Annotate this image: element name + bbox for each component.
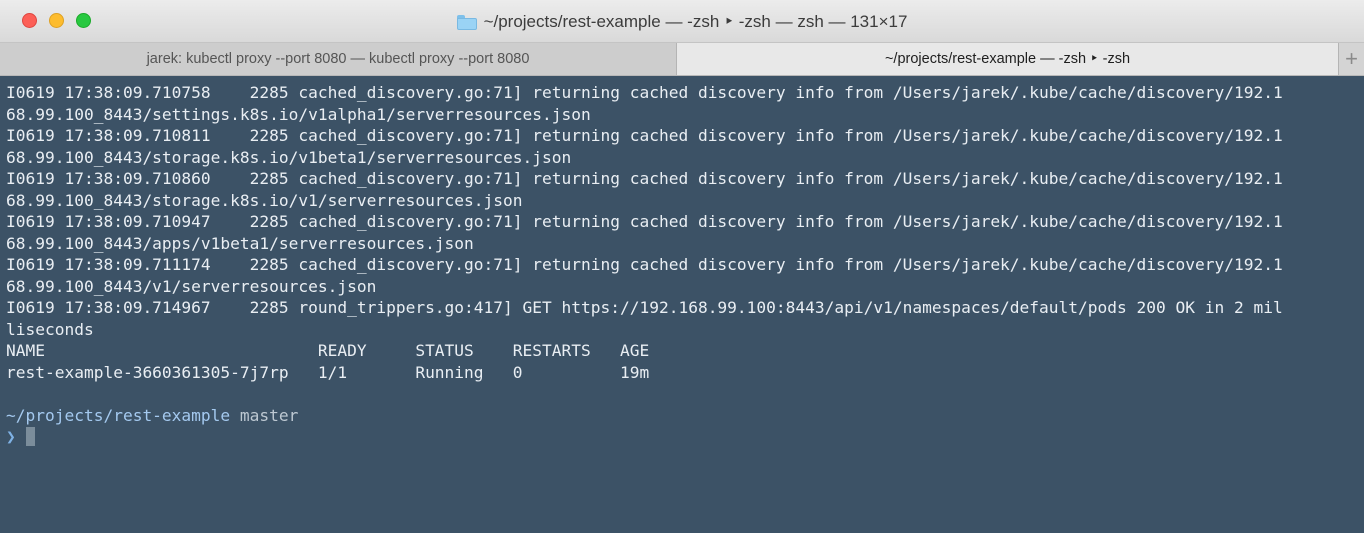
close-button[interactable] [22,13,37,28]
pods-table-header: NAME READY STATUS RESTARTS AGE [6,341,650,360]
terminal-line: I0619 17:38:09.710811 2285 cached_discov… [6,126,1283,145]
window-title-group: ~/projects/rest-example — -zsh ‣ -zsh — … [0,0,1364,43]
pods-table-row: rest-example-3660361305-7j7rp 1/1 Runnin… [6,362,650,382]
terminal-line: I0619 17:38:09.710758 2285 cached_discov… [6,83,1283,102]
prompt-git-branch: master [230,405,299,425]
text-cursor [25,427,35,446]
terminal-line: 68.99.100_8443/settings.k8s.io/v1alpha1/… [6,104,591,124]
terminal-line: I0619 17:38:09.711174 2285 cached_discov… [6,255,1283,274]
terminal-line: I0619 17:38:09.710860 2285 cached_discov… [6,169,1283,188]
terminal-line: 68.99.100_8443/v1/serverresources.json [6,276,377,296]
new-tab-button[interactable]: + [1339,43,1364,75]
prompt-path: ~/projects/rest-example [6,405,231,425]
prompt-arrow-icon: ❯ [6,427,16,446]
tab-kubectl-proxy[interactable]: jarek: kubectl proxy --port 8080 — kubec… [0,43,677,75]
terminal-window: ~/projects/rest-example — -zsh ‣ -zsh — … [0,0,1364,533]
title-bar[interactable]: ~/projects/rest-example — -zsh ‣ -zsh — … [0,0,1364,43]
prompt-input-line[interactable]: ❯ [6,426,1364,448]
tab-rest-example[interactable]: ~/projects/rest-example — -zsh ‣ -zsh [677,43,1339,75]
terminal-line: I0619 17:38:09.714967 2285 round_tripper… [6,298,1283,317]
window-title: ~/projects/rest-example — -zsh ‣ -zsh — … [483,11,908,31]
terminal-line: 68.99.100_8443/storage.k8s.io/v1/serverr… [6,190,523,210]
minimize-button[interactable] [49,13,64,28]
terminal-line: liseconds [6,319,94,339]
terminal-line: 68.99.100_8443/storage.k8s.io/v1beta1/se… [6,147,572,167]
terminal-output[interactable]: I0619 17:38:09.710758 2285 cached_discov… [0,76,1364,533]
terminal-line: 68.99.100_8443/apps/v1beta1/serverresour… [6,233,474,253]
folder-icon [456,14,477,30]
prompt-line: ~/projects/rest-example master [6,405,1364,427]
terminal-line: I0619 17:38:09.710947 2285 cached_discov… [6,212,1283,231]
tab-bar: jarek: kubectl proxy --port 8080 — kubec… [0,43,1364,76]
zoom-button[interactable] [76,13,91,28]
